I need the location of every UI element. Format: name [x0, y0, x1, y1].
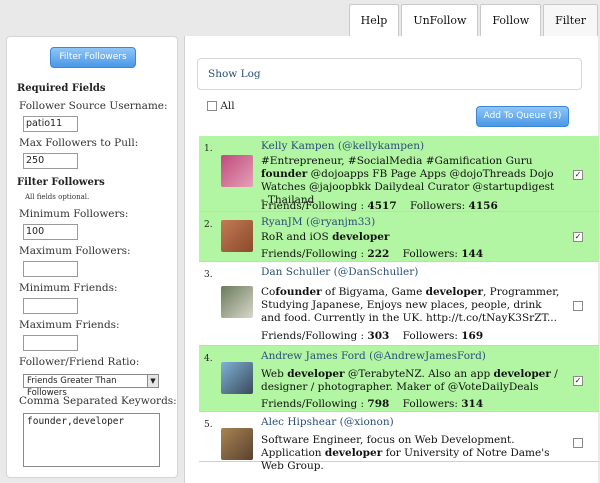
user-row[interactable]: 1. Kelly Kampen (@kellykampen) #Entreprene…: [199, 136, 599, 212]
user-name-link[interactable]: Kelly Kampen (@kellykampen): [261, 140, 424, 152]
user-stats: Friends/Following : 303 Followers: 169: [261, 330, 484, 342]
user-name-link[interactable]: RyanJM (@ryanjm33): [261, 216, 375, 228]
min-followers-label: Minimum Followers:: [19, 208, 129, 220]
user-stats: Friends/Following : 222 Followers: 144: [261, 248, 484, 260]
select-all-checkbox[interactable]: [207, 101, 217, 111]
tab-follow[interactable]: Follow: [480, 4, 542, 36]
tab-help[interactable]: Help: [348, 4, 400, 36]
user-select-checkbox[interactable]: [573, 301, 583, 311]
tab-filter[interactable]: Filter: [543, 4, 598, 36]
user-row[interactable]: 2. RyanJM (@ryanjm33) RoR and iOS develope…: [199, 212, 599, 262]
user-row[interactable]: 3. Dan Schuller (@DanSchuller) Cofounder o…: [199, 262, 599, 346]
row-number: 3.: [204, 270, 213, 280]
results-panel: Show Log All Add To Queue (3) 1. Kelly Ka…: [184, 36, 599, 483]
keywords-label: Comma Separated Keywords:: [19, 395, 177, 407]
user-bio: Web developer @TerabyteNZ. Also an app d…: [261, 368, 558, 393]
max-followers-label: Maximum Followers:: [19, 245, 131, 257]
tab-bar: Help UnFollow Follow Filter: [347, 4, 598, 36]
row-number: 1.: [204, 144, 213, 154]
user-select-checkbox[interactable]: [573, 232, 583, 242]
chevron-down-icon[interactable]: ▼: [147, 375, 158, 387]
required-fields-heading: Required Fields: [17, 83, 106, 94]
user-row[interactable]: 4. Andrew James Ford (@AndrewJamesFord) We…: [199, 346, 599, 412]
user-bio: Cofounder of Bigyama, Game developer, Pr…: [261, 286, 560, 324]
optional-note: All fields optional.: [25, 193, 90, 201]
max-pull-label: Max Followers to Pull:: [19, 137, 139, 149]
min-followers-input[interactable]: 100: [23, 224, 78, 240]
avatar: [221, 220, 253, 252]
avatar: [221, 286, 253, 318]
user-list: 1. Kelly Kampen (@kellykampen) #Entreprene…: [199, 136, 599, 472]
row-number: 5.: [204, 420, 213, 430]
avatar: [221, 362, 253, 394]
user-bio: Software Engineer, focus on Web Developm…: [261, 434, 550, 472]
user-name-link[interactable]: Alec Hipshear (@xionon): [261, 416, 394, 428]
user-row[interactable]: 5. Alec Hipshear (@xionon) Software Engine…: [199, 412, 599, 472]
add-to-queue-button[interactable]: Add To Queue (3): [476, 106, 569, 127]
tab-unfollow[interactable]: UnFollow: [401, 4, 479, 36]
user-name-link[interactable]: Andrew James Ford (@AndrewJamesFord): [261, 350, 486, 362]
user-bio: RoR and iOS developer: [261, 231, 390, 243]
max-friends-input[interactable]: [23, 335, 78, 351]
row-number: 4.: [204, 354, 213, 364]
ratio-label: Follower/Friend Ratio:: [19, 356, 140, 368]
avatar: [221, 428, 253, 460]
select-all-label: All: [220, 100, 235, 112]
user-select-checkbox[interactable]: [573, 376, 583, 386]
select-all: All: [207, 100, 235, 112]
row-number: 2.: [204, 220, 213, 230]
source-username-label: Follower Source Username:: [19, 100, 168, 112]
min-friends-label: Minimum Friends:: [19, 282, 118, 294]
avatar: [221, 155, 253, 187]
ratio-select[interactable]: Friends Greater Than Followers ▼: [23, 374, 159, 398]
user-stats: Friends/Following : 798 Followers: 314: [261, 398, 484, 410]
filter-sidebar: Filter Followers Required Fields Followe…: [6, 36, 178, 478]
user-name-link[interactable]: Dan Schuller (@DanSchuller): [261, 266, 418, 278]
user-stats: Friends/Following : 4517 Followers: 4156: [261, 200, 498, 212]
keywords-textarea[interactable]: founder,developer: [23, 413, 160, 467]
max-followers-input[interactable]: [23, 261, 78, 277]
max-friends-label: Maximum Friends:: [19, 319, 120, 331]
user-select-checkbox[interactable]: [573, 170, 583, 180]
source-username-input[interactable]: patio11: [23, 116, 78, 132]
user-select-checkbox[interactable]: [573, 438, 583, 448]
filter-followers-heading: Filter Followers: [17, 177, 105, 188]
min-friends-input[interactable]: [23, 298, 78, 314]
max-pull-input[interactable]: 250: [23, 153, 78, 169]
show-log-link[interactable]: Show Log: [197, 58, 582, 90]
filter-followers-button[interactable]: Filter Followers: [50, 47, 136, 68]
